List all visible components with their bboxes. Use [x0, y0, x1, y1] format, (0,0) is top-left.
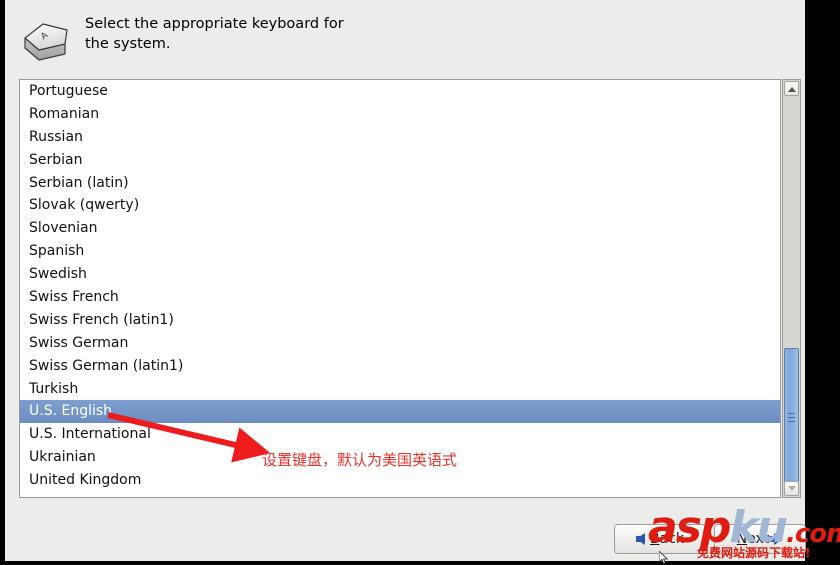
arrow-left-icon: [636, 533, 645, 545]
scroll-down-button[interactable]: [784, 481, 799, 496]
list-item[interactable]: Russian: [20, 126, 780, 149]
keyboard-layout-list[interactable]: Portuguese Romanian Russian Serbian Serb…: [19, 79, 781, 498]
annotation-label: 设置键盘，默认为美国英语式: [262, 451, 458, 469]
instruction-text: Select the appropriate keyboard for the …: [85, 14, 405, 54]
list-item[interactable]: Portuguese: [20, 80, 780, 103]
back-label-rest: ack: [659, 531, 684, 547]
chevron-up-icon: [787, 86, 796, 92]
list-item-selected[interactable]: U.S. English: [20, 400, 780, 424]
list-item[interactable]: Romanian: [20, 103, 780, 126]
arrow-right-icon: [767, 533, 784, 545]
list-scrollbar[interactable]: [782, 79, 801, 498]
next-accel-key: N: [736, 531, 748, 547]
header: A Select the appropriate keyboard for th…: [17, 14, 717, 70]
list-item[interactable]: Slovenian: [20, 217, 780, 240]
grip-line: [788, 417, 795, 418]
list-item[interactable]: Slovak (qwerty): [20, 194, 780, 217]
scrollbar-thumb[interactable]: [784, 348, 799, 482]
next-button-label: Next: [737, 531, 770, 547]
list-item[interactable]: Swiss French (latin1): [20, 309, 780, 332]
list-item[interactable]: United Kingdom: [20, 469, 780, 492]
back-accel-key: B: [650, 531, 660, 547]
list-item[interactable]: Serbian (latin): [20, 172, 780, 195]
back-button-label: Back: [650, 531, 684, 547]
installer-window: A Select the appropriate keyboard for th…: [5, 0, 806, 561]
keyboard-key-icon: A: [21, 18, 73, 64]
grip-line: [788, 413, 795, 414]
instruction-line-1: Select the appropriate keyboard for: [85, 16, 344, 32]
grip-line: [788, 421, 795, 422]
next-button[interactable]: Next: [714, 524, 806, 554]
instruction-line-2: the system.: [85, 36, 171, 52]
list-item[interactable]: Turkish: [20, 378, 780, 401]
screen-root: A Select the appropriate keyboard for th…: [0, 0, 840, 565]
list-item[interactable]: Swiss German (latin1): [20, 355, 780, 378]
list-item[interactable]: Serbian: [20, 149, 780, 172]
list-item[interactable]: Spanish: [20, 240, 780, 263]
chevron-down-icon: [787, 485, 796, 491]
list-item[interactable]: Swiss German: [20, 332, 780, 355]
list-item[interactable]: U.S. International: [20, 423, 780, 446]
list-item[interactable]: Swiss French: [20, 286, 780, 309]
list-item[interactable]: Swedish: [20, 263, 780, 286]
back-button[interactable]: Back: [614, 524, 706, 554]
scroll-up-button[interactable]: [784, 81, 799, 96]
mouse-cursor-icon: [659, 551, 669, 565]
next-label-rest: ext: [747, 531, 770, 547]
